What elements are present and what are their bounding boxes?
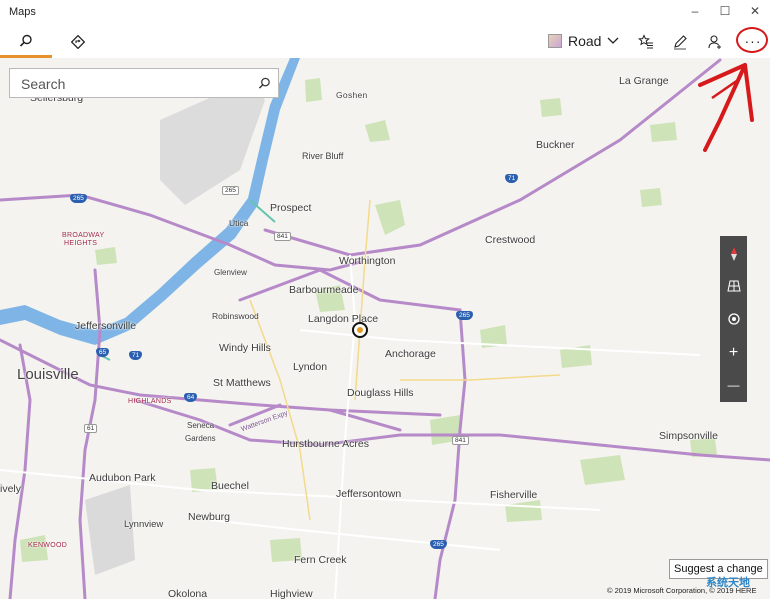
maximize-button[interactable]: ☐: [710, 0, 740, 22]
pen-icon: [674, 35, 687, 50]
map-label: Okolona: [168, 588, 208, 599]
title-bar: Maps – ☐ ✕: [0, 0, 770, 26]
map-label-louisville: Louisville: [17, 366, 79, 383]
compass-icon: [730, 247, 737, 261]
watermark: 系统天地: [706, 577, 750, 589]
map-label: Windy Hills: [219, 342, 271, 354]
map-label: KENWOOD: [28, 542, 68, 549]
map-label: Prospect: [270, 202, 312, 214]
map-controls: + —: [720, 236, 747, 402]
map-style-dropdown[interactable]: Road: [548, 28, 619, 54]
map-label: Newburg: [188, 511, 231, 523]
map-label: Buechel: [211, 480, 249, 492]
map-label: Lynnview: [124, 519, 164, 530]
map-label: Crestwood: [485, 234, 536, 246]
app-title: Maps: [9, 6, 36, 18]
map-label: Buckner: [536, 139, 575, 151]
map-label: Simpsonville: [659, 430, 718, 442]
map-label: HIGHLANDS: [128, 398, 172, 405]
map-label: River Bluff: [302, 151, 344, 161]
search-icon: [19, 34, 32, 47]
route-shield: 61: [84, 424, 98, 433]
toolbar: Road ···: [0, 26, 770, 58]
person-icon: [708, 35, 721, 49]
map-label: HEIGHTS: [64, 240, 98, 247]
search-submit-button[interactable]: [254, 73, 274, 93]
map-label: ively: [0, 483, 22, 495]
map-label: St Matthews: [213, 377, 271, 389]
map-label: BROADWAY: [62, 232, 105, 239]
map-label: Lyndon: [293, 361, 328, 373]
route-shield: 265: [70, 194, 87, 203]
map-label: Barbourmeade: [289, 284, 359, 296]
search-tab[interactable]: [0, 26, 52, 58]
route-shield: 265: [456, 311, 473, 320]
map-label: Douglass Hills: [347, 387, 414, 399]
3d-tilt-icon: [726, 280, 741, 292]
map-label: Seneca: [187, 421, 215, 430]
chevron-down-icon: [608, 37, 619, 44]
search-icon: [258, 77, 270, 89]
map-label: Utica: [229, 218, 249, 228]
map-label: La Grange: [619, 75, 669, 87]
route-shield: 841: [274, 232, 291, 241]
search-box[interactable]: [9, 68, 279, 98]
map-label: Hurstbourne Acres: [282, 438, 369, 450]
tilt-button[interactable]: [720, 271, 747, 301]
map-style-thumbnail: [548, 34, 562, 48]
locate-me-icon: [727, 313, 740, 325]
map-label: Highview: [270, 588, 313, 599]
current-location-marker[interactable]: [352, 322, 368, 338]
zoom-out-button[interactable]: —: [720, 370, 747, 400]
directions-icon: [71, 35, 85, 49]
zoom-in-button[interactable]: +: [720, 338, 747, 368]
map-canvas[interactable]: Sellersburg Goshen La Grange River Bluff…: [0, 58, 770, 599]
close-button[interactable]: ✕: [740, 0, 770, 22]
ink-button[interactable]: [668, 30, 692, 54]
map-label: Gardens: [185, 434, 216, 443]
map-label: Audubon Park: [89, 472, 156, 484]
minimize-button[interactable]: –: [680, 0, 710, 22]
map-label: Anchorage: [385, 348, 436, 360]
map-label: Worthington: [339, 255, 396, 267]
route-shield: 841: [452, 436, 469, 445]
map-label: Fern Creek: [294, 554, 347, 566]
directions-tab[interactable]: [52, 26, 104, 58]
map-style-label: Road: [568, 33, 602, 49]
route-shield: 265: [430, 540, 447, 549]
route-shield: 265: [222, 186, 239, 195]
map-label: Robinswood: [212, 311, 259, 321]
search-input[interactable]: [19, 75, 253, 93]
map-label: Jeffersontown: [336, 488, 402, 500]
map-label: Fisherville: [490, 489, 538, 501]
map-label: Goshen: [336, 90, 368, 100]
map-label: Langdon Place: [308, 313, 379, 325]
favorites-icon: [638, 34, 653, 49]
annotation-arrow: [698, 63, 754, 152]
map-label: Jeffersonville: [75, 320, 137, 332]
favorites-button[interactable]: [634, 30, 658, 54]
map-label: Glenview: [214, 268, 247, 277]
locate-me-button[interactable]: [720, 304, 747, 334]
compass-button[interactable]: [720, 239, 747, 269]
